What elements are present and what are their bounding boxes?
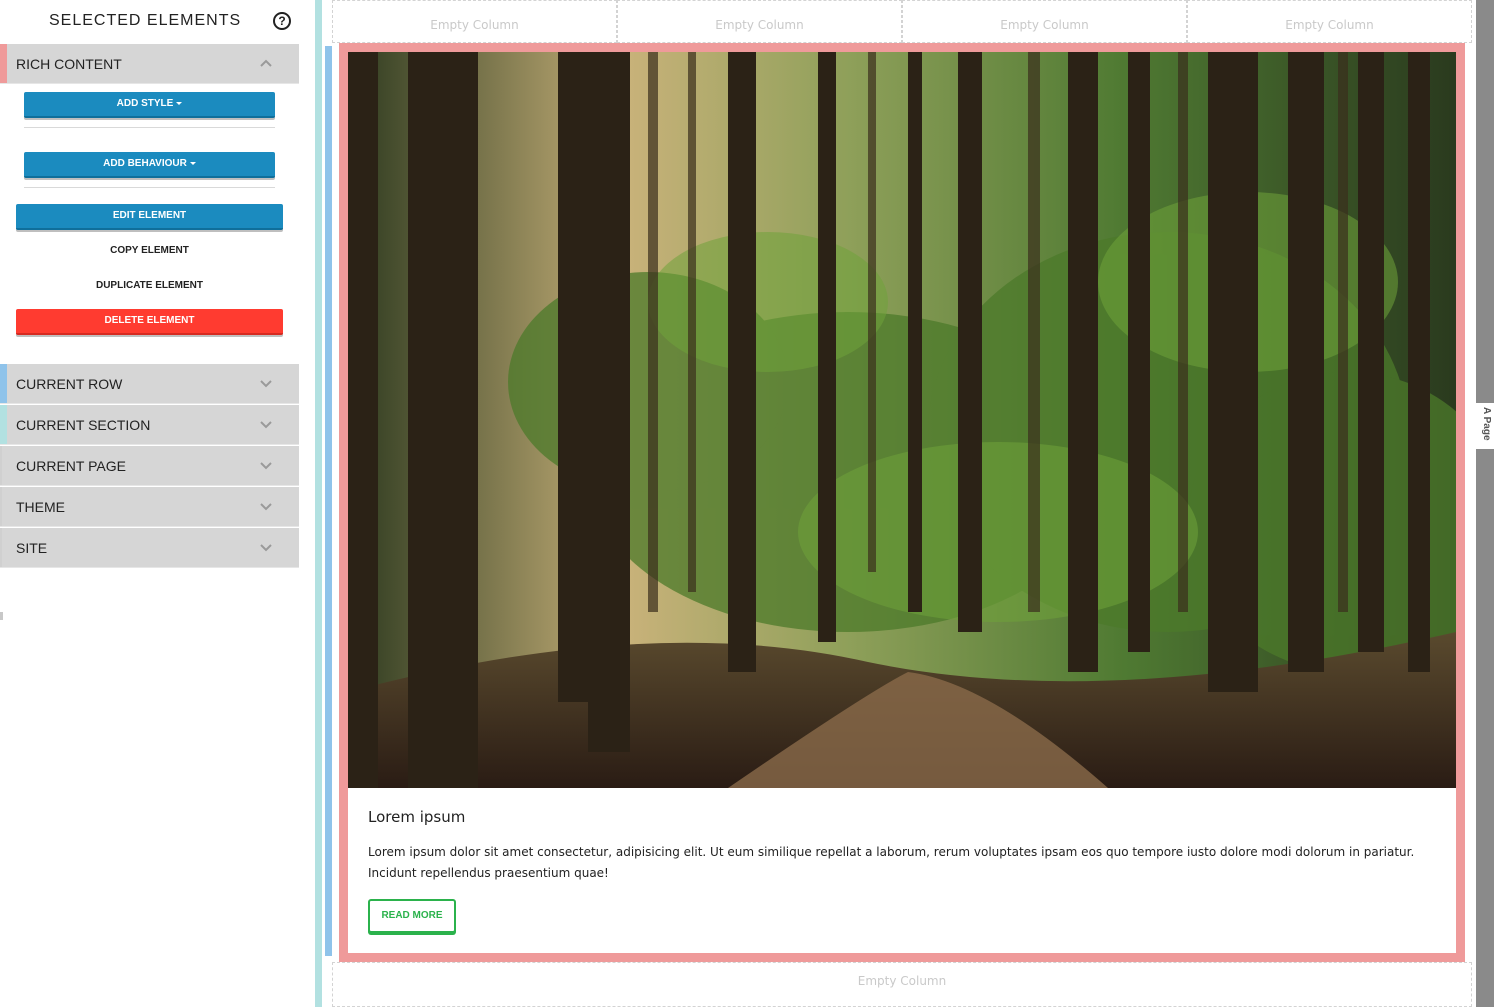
page-tab[interactable]: A Page	[1476, 403, 1494, 449]
page-scroll-bar[interactable]: A Page	[1476, 0, 1494, 1007]
chevron-down-icon[interactable]	[259, 540, 273, 554]
divider	[24, 127, 275, 128]
accordion-label: THEME	[16, 499, 65, 515]
add-style-button[interactable]: ADD STYLE	[24, 92, 275, 118]
sidebar-header: SELECTED ELEMENTS ?	[0, 0, 299, 44]
empty-column[interactable]: Empty Column	[1187, 0, 1472, 43]
help-icon[interactable]: ?	[273, 12, 291, 30]
empty-column[interactable]: Empty Column	[617, 0, 902, 43]
accent-stripe	[0, 364, 7, 403]
accordion-current-section[interactable]: CURRENT SECTION	[0, 405, 299, 445]
card-text: Lorem ipsum dolor sit amet consectetur, …	[368, 845, 1415, 880]
empty-column[interactable]: Empty Column	[332, 962, 1472, 1007]
forest-photo	[348, 52, 1456, 788]
accordion-current-row[interactable]: CURRENT ROW	[0, 364, 299, 404]
forest-image	[348, 52, 1456, 788]
accent-stripe	[0, 44, 7, 83]
accordion-rich-content[interactable]: RICH CONTENT	[0, 44, 299, 84]
button-label: ADD STYLE	[116, 98, 174, 109]
caret-down-icon	[176, 101, 183, 105]
row-indicator[interactable]	[325, 46, 332, 956]
add-behaviour-button[interactable]: ADD BEHAVIOUR	[24, 152, 275, 178]
chevron-down-icon[interactable]	[259, 499, 273, 513]
chevron-down-icon[interactable]	[259, 417, 273, 431]
accordion-label: CURRENT PAGE	[16, 458, 126, 474]
accent-stripe	[0, 405, 7, 444]
accordion-label: SITE	[16, 540, 48, 556]
accordion-label: RICH CONTENT	[16, 56, 122, 72]
page-tab-label: A Page	[1481, 407, 1492, 441]
delete-element-button[interactable]: DELETE ELEMENT	[16, 309, 283, 335]
chevron-up-icon[interactable]	[259, 56, 273, 70]
accordion-label: CURRENT SECTION	[16, 417, 151, 433]
read-more-button[interactable]: READ MORE	[368, 899, 456, 933]
accordion-current-page[interactable]: CURRENT PAGE	[0, 446, 299, 486]
copy-element-button[interactable]: COPY ELEMENT	[16, 245, 283, 256]
divider	[24, 187, 275, 188]
button-label: ADD BEHAVIOUR	[103, 158, 187, 169]
accent-stripe	[0, 528, 2, 567]
accordion-theme[interactable]: THEME	[0, 487, 299, 527]
rich-content-actions: ADD STYLE ADD BEHAVIOUR EDIT ELEMENT COP…	[0, 84, 299, 363]
accordion-site[interactable]: SITE	[0, 528, 299, 568]
caret-down-icon	[189, 161, 196, 165]
chevron-down-icon[interactable]	[259, 376, 273, 390]
accordion-label: CURRENT ROW	[16, 376, 123, 392]
accent-stripe	[0, 487, 2, 526]
empty-column[interactable]: Empty Column	[332, 0, 617, 43]
section-indicator[interactable]	[315, 0, 322, 1007]
edit-element-button[interactable]: EDIT ELEMENT	[16, 204, 283, 230]
accent-stripe	[0, 446, 2, 485]
card-title: Lorem ipsum	[368, 808, 466, 826]
sidebar-panel: SELECTED ELEMENTS ? RICH CONTENT ADD STY…	[0, 0, 315, 1007]
chevron-down-icon[interactable]	[259, 458, 273, 472]
resize-handle[interactable]	[0, 612, 3, 620]
duplicate-element-button[interactable]: DUPLICATE ELEMENT	[16, 280, 283, 291]
sidebar-title: SELECTED ELEMENTS	[49, 12, 242, 29]
empty-column[interactable]: Empty Column	[902, 0, 1187, 43]
